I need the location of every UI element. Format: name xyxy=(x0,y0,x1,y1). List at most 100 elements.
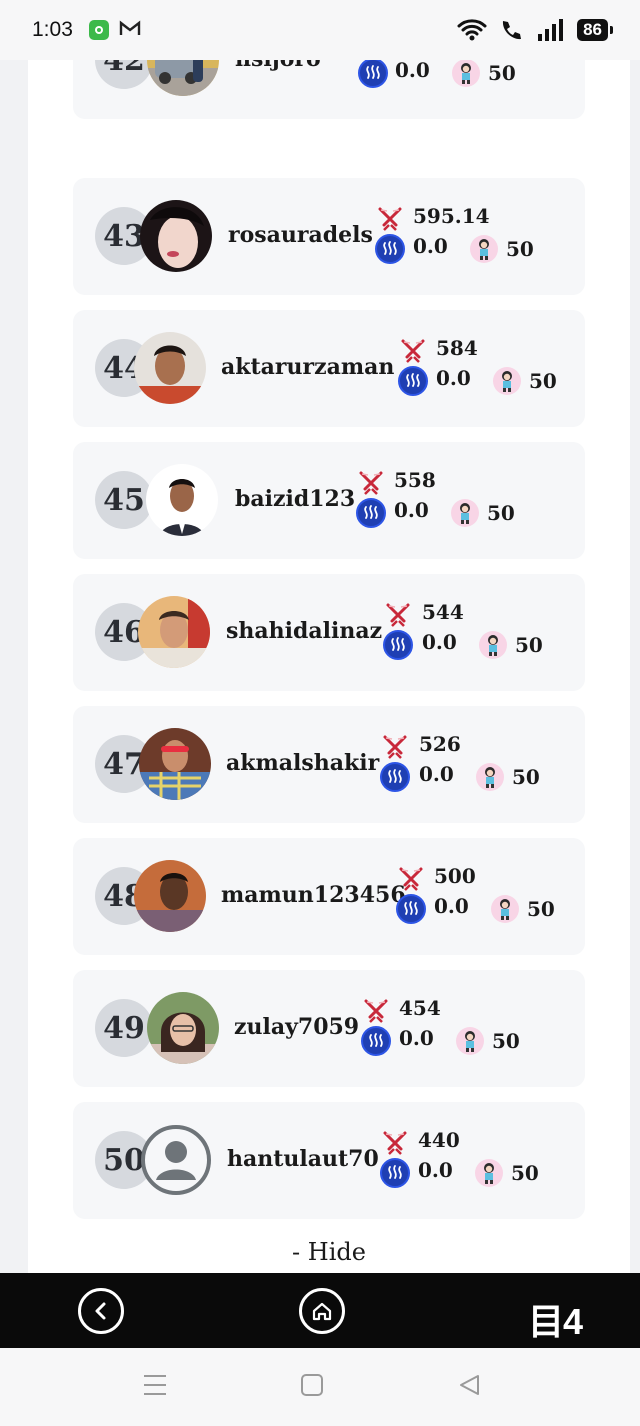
system-nav xyxy=(0,1348,640,1426)
score-value: 558 xyxy=(394,468,436,492)
steem-icon xyxy=(358,60,388,92)
steem-icon xyxy=(383,630,413,664)
hide-link[interactable]: - Hide xyxy=(28,1238,630,1266)
status-apps xyxy=(88,20,141,40)
username[interactable]: shahidalinaz xyxy=(226,618,382,644)
mascot-icon xyxy=(475,762,505,796)
votes-value: 50 xyxy=(492,1029,520,1053)
steem-icon xyxy=(396,894,426,928)
sword-icon xyxy=(385,602,411,632)
mascot-icon xyxy=(474,1158,504,1192)
status-bar: 1:03 86 xyxy=(0,0,640,60)
leaderboard-row[interactable]: 42nsijoro6140.050 xyxy=(73,60,585,119)
mascot-icon xyxy=(478,630,508,664)
steem-value: 0.0 xyxy=(418,1158,453,1182)
steem-value: 0.0 xyxy=(395,60,430,82)
back-icon xyxy=(95,1302,106,1320)
leaderboard-row[interactable]: 50 hantulaut70 440 0.0 50 xyxy=(73,1102,585,1219)
username[interactable]: baizid123 xyxy=(235,486,355,512)
rank-badge: 45 xyxy=(95,471,153,529)
username[interactable]: nsijoro xyxy=(235,60,321,72)
mascot-icon xyxy=(490,894,520,928)
avatar[interactable] xyxy=(147,60,219,96)
steem-icon xyxy=(380,762,410,796)
steem-value: 0.0 xyxy=(436,366,471,390)
wifi-calling-icon xyxy=(503,21,522,40)
votes-value: 50 xyxy=(488,61,516,85)
mascot-icon xyxy=(451,60,481,92)
avatar[interactable] xyxy=(139,728,211,800)
score-value: 440 xyxy=(418,1128,460,1152)
sword-icon xyxy=(382,1130,408,1160)
score-value: 526 xyxy=(419,732,461,756)
steem-value: 0.0 xyxy=(434,894,469,918)
leaderboard-row[interactable]: 47 akmalshakir 526 0.0 50 xyxy=(73,706,585,823)
score-value: 500 xyxy=(434,864,476,888)
status-time: 1:03 xyxy=(32,18,73,41)
sword-icon xyxy=(363,998,389,1028)
steem-value: 0.0 xyxy=(399,1026,434,1050)
steem-icon xyxy=(375,234,405,268)
signal-icon xyxy=(538,19,564,41)
leaderboard-row[interactable]: 44 aktarurzaman 584 0.0 50 xyxy=(73,310,585,427)
home-button[interactable] xyxy=(299,1288,345,1334)
leaderboard-list[interactable]: 42nsijoro6140.05043rosauradels595.140.05… xyxy=(28,60,630,1273)
leaderboard-row[interactable]: 45 baizid123 558 0.0 50 xyxy=(73,442,585,559)
leaderboard-row[interactable]: 46 shahidalinaz 544 0.0 50 xyxy=(73,574,585,691)
mascot-icon xyxy=(469,234,499,268)
sword-icon xyxy=(377,206,403,236)
status-right: 86 xyxy=(457,18,613,42)
username[interactable]: rosauradels xyxy=(228,222,373,248)
votes-value: 50 xyxy=(487,501,515,525)
score-value: 584 xyxy=(436,336,478,360)
steem-value: 0.0 xyxy=(422,630,457,654)
battery-icon: 86 xyxy=(577,19,613,41)
back-button[interactable] xyxy=(78,1288,124,1334)
leaderboard-row[interactable]: 48 mamun123456 500 0.0 50 xyxy=(73,838,585,955)
bottom-nav: 目4 xyxy=(0,1273,640,1348)
votes-value: 50 xyxy=(506,237,534,261)
avatar[interactable] xyxy=(134,332,206,404)
steem-value: 0.0 xyxy=(419,762,454,786)
username[interactable]: zulay7059 xyxy=(234,1014,359,1040)
home-square-icon[interactable] xyxy=(301,1374,323,1396)
mascot-icon xyxy=(455,1026,485,1060)
votes-value: 50 xyxy=(527,897,555,921)
avatar[interactable] xyxy=(138,596,210,668)
steem-icon xyxy=(380,1158,410,1192)
steem-icon xyxy=(356,498,386,532)
score-value: 595.14 xyxy=(413,204,490,228)
sword-icon xyxy=(400,338,426,368)
rank-badge: 49 xyxy=(95,999,153,1057)
steem-icon xyxy=(398,366,428,400)
username[interactable]: hantulaut70 xyxy=(227,1146,379,1172)
sword-icon xyxy=(358,470,384,500)
app-logo[interactable]: 目4 xyxy=(528,1293,583,1345)
avatar[interactable] xyxy=(140,1124,212,1196)
steem-icon xyxy=(361,1026,391,1060)
mascot-icon xyxy=(450,498,480,532)
avatar[interactable] xyxy=(147,992,219,1064)
sword-icon xyxy=(398,866,424,896)
leaderboard-row[interactable]: 49 zulay7059 454 0.0 50 xyxy=(73,970,585,1087)
avatar[interactable] xyxy=(134,860,206,932)
wifi-icon xyxy=(457,19,487,41)
username[interactable]: akmalshakir xyxy=(226,750,379,776)
recents-icon[interactable] xyxy=(143,1374,167,1396)
mascot-icon xyxy=(492,366,522,400)
steem-value: 0.0 xyxy=(394,498,429,522)
votes-value: 50 xyxy=(515,633,543,657)
gmail-icon xyxy=(119,20,141,35)
back-triangle-icon[interactable] xyxy=(458,1374,480,1396)
username[interactable]: mamun123456 xyxy=(221,882,406,908)
username[interactable]: aktarurzaman xyxy=(221,354,394,380)
avatar[interactable] xyxy=(146,464,218,536)
score-value: 454 xyxy=(399,996,441,1020)
avatar[interactable] xyxy=(140,200,212,272)
votes-value: 50 xyxy=(511,1161,539,1185)
leaderboard-row[interactable]: 43 rosauradels 595.14 0.0 50 xyxy=(73,178,585,295)
steem-value: 0.0 xyxy=(413,234,448,258)
votes-value: 50 xyxy=(529,369,557,393)
app-notification-icon xyxy=(88,20,109,40)
rank-badge: 42 xyxy=(95,60,153,89)
